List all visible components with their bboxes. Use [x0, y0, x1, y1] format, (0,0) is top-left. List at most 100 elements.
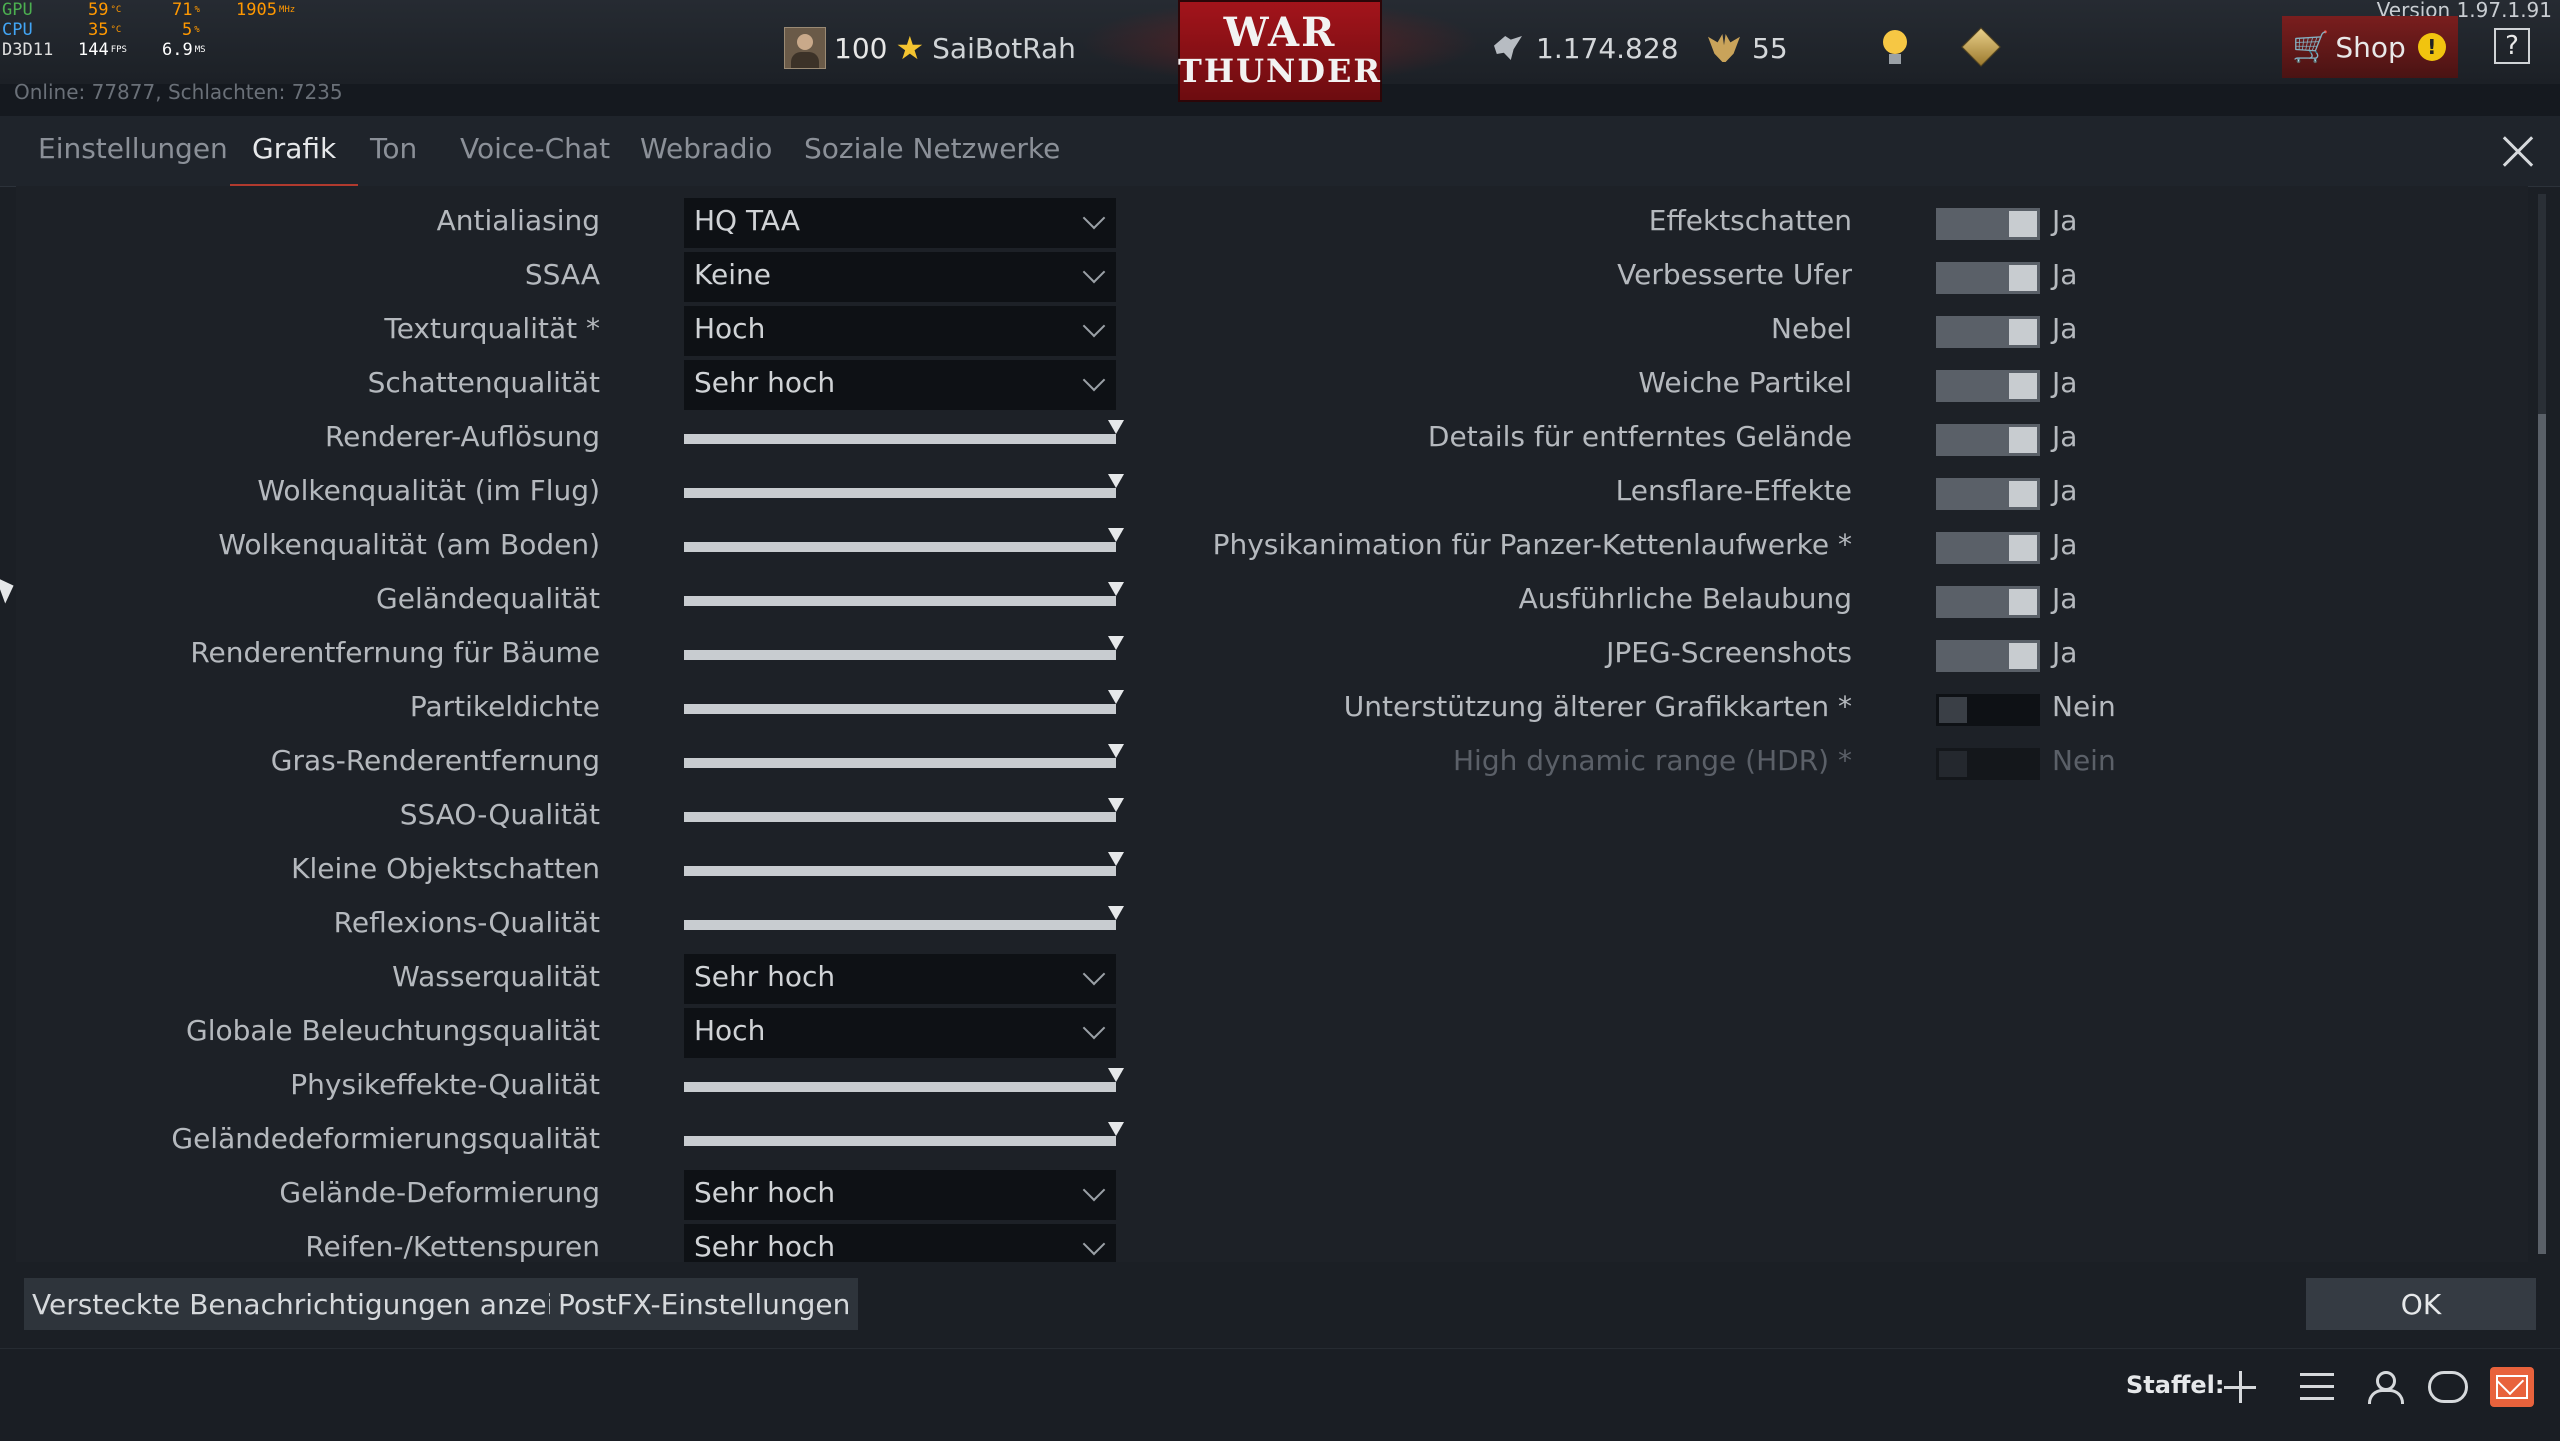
slider-handle[interactable] — [1108, 1068, 1124, 1082]
tab-ton[interactable]: Ton — [370, 132, 417, 186]
toggle-value: Ja — [2052, 366, 2078, 399]
list-line — [2300, 1385, 2334, 1388]
toggle-switch[interactable] — [1936, 316, 2040, 348]
setting-label: Physikeffekte-Qualität — [290, 1068, 600, 1101]
war-thunder-logo[interactable]: WAR THUNDER — [1178, 0, 1382, 102]
tab-grafik[interactable]: Grafik — [229, 132, 359, 187]
slider-handle[interactable] — [1108, 906, 1124, 920]
player-profile[interactable]: 100 ★ SaiBotRah — [784, 26, 1076, 70]
toggle-knob — [2009, 211, 2037, 237]
gpu-clock: 1905 MHz — [236, 0, 296, 20]
toggle-switch[interactable] — [1936, 370, 2040, 402]
toggle-setting-row: Ausführliche Belaubung Ja — [16, 576, 2516, 626]
list-icon[interactable] — [2300, 1373, 2334, 1401]
toggle-switch[interactable] — [1936, 262, 2040, 294]
tab-webradio[interactable]: Webradio — [640, 132, 772, 186]
setting-label: Geländedeformierungsqualität — [171, 1122, 600, 1155]
rank-star-icon: ★ — [895, 29, 925, 67]
setting-label: SSAO-Qualität — [399, 798, 600, 831]
bottom-status-bar: Staffel: — [0, 1348, 2560, 1441]
slider-handle[interactable] — [1108, 852, 1124, 866]
ok-button[interactable]: OK — [2306, 1278, 2536, 1330]
friends-icon[interactable] — [2364, 1369, 2404, 1405]
setting-row: Globale Beleuchtungsqualität Hoch — [16, 1008, 1216, 1058]
setting-slider[interactable] — [684, 1068, 1124, 1100]
setting-slider[interactable] — [684, 1122, 1124, 1154]
toggle-knob — [2009, 373, 2037, 399]
toggle-setting-row: Unterstützung älterer Grafikkarten * Nein — [16, 684, 2516, 734]
toggle-value: Ja — [2052, 636, 2078, 669]
toggle-switch[interactable] — [1936, 532, 2040, 564]
setting-slider[interactable] — [684, 798, 1124, 830]
setting-label: JPEG-Screenshots — [1606, 636, 1852, 669]
toggle-switch[interactable] — [1936, 478, 2040, 510]
toggle-value: Ja — [2052, 420, 2078, 453]
lightbulb-icon[interactable] — [1880, 30, 1910, 70]
frametime-value: 6.9 MS — [162, 40, 206, 60]
scrollbar-thumb[interactable] — [2538, 414, 2546, 1254]
postfx-settings-button[interactable]: PostFX-Einstellungen — [550, 1278, 859, 1330]
tab-soziale-netzwerke[interactable]: Soziale Netzwerke — [804, 132, 1060, 186]
settings-tabs: Einstellungen Grafik Ton Voice-Chat Webr… — [0, 116, 2560, 187]
toggle-switch[interactable] — [1936, 586, 2040, 618]
plus-icon[interactable] — [2224, 1371, 2256, 1403]
chevron-down-icon — [1082, 962, 1106, 986]
online-status: Online: 77877, Schlachten: 7235 — [14, 80, 343, 104]
settings-scrollbar[interactable] — [2538, 194, 2546, 1254]
golden-eagles-value: 55 — [1752, 31, 1788, 65]
toggle-knob — [2009, 319, 2037, 345]
setting-dropdown[interactable]: Sehr hoch — [684, 1170, 1116, 1220]
toggle-switch[interactable] — [1936, 640, 2040, 672]
chat-icon[interactable] — [2428, 1371, 2468, 1403]
toggle-value: Ja — [2052, 474, 2078, 507]
cart-icon: 🛒 — [2292, 29, 2330, 65]
avatar[interactable] — [784, 27, 826, 69]
chevron-down-icon — [1082, 1178, 1106, 1202]
d3d-label: D3D11 — [2, 40, 54, 60]
mail-icon[interactable] — [2490, 1367, 2534, 1407]
cpu-load: 5% — [182, 20, 200, 40]
setting-label: Verbesserte Ufer — [1617, 258, 1852, 291]
top-bar: GPU 59 °C 71% 1905 MHz CPU 35 °C 5% D3D11 1… — [0, 0, 2560, 102]
squadron-label: Staffel: — [2126, 1371, 2225, 1399]
setting-label: High dynamic range (HDR) * — [1453, 744, 1852, 777]
silver-lion-icon — [1490, 30, 1526, 66]
setting-dropdown[interactable]: Sehr hoch — [684, 954, 1116, 1004]
golden-eagle-icon — [1706, 30, 1742, 66]
show-hidden-notifications-button[interactable]: Versteckte Benachrichtigungen anzeigen — [24, 1278, 616, 1330]
avatar-part — [791, 52, 819, 68]
toggle-knob — [2009, 643, 2037, 669]
close-icon[interactable] — [2500, 134, 2536, 170]
setting-label: Kleine Objektschatten — [291, 852, 600, 885]
tab-einstellungen[interactable]: Einstellungen — [38, 132, 228, 186]
toggle-switch — [1936, 748, 2040, 780]
toggle-value: Ja — [2052, 528, 2078, 561]
toggle-knob — [2009, 481, 2037, 507]
premium-medal-icon[interactable] — [1962, 28, 2000, 66]
slider-fill — [684, 1082, 1116, 1092]
dropdown-value: Sehr hoch — [694, 960, 836, 993]
toggle-setting-row: Lensflare-Effekte Ja — [16, 468, 2516, 518]
setting-slider[interactable] — [684, 906, 1124, 938]
toggle-value: Ja — [2052, 258, 2078, 291]
toggle-setting-row: Physikanimation für Panzer-Kettenlaufwer… — [16, 522, 2516, 572]
setting-dropdown[interactable]: Sehr hoch — [684, 1224, 1116, 1262]
setting-row: Kleine Objektschatten — [16, 846, 1216, 896]
toggle-switch[interactable] — [1936, 424, 2040, 456]
tab-voice-chat[interactable]: Voice-Chat — [460, 132, 610, 186]
setting-dropdown[interactable]: Hoch — [684, 1008, 1116, 1058]
help-button[interactable]: ? — [2494, 28, 2530, 64]
golden-eagles-balance[interactable]: 55 — [1706, 26, 1788, 70]
toggle-switch[interactable] — [1936, 694, 2040, 726]
toggle-knob — [2009, 265, 2037, 291]
chevron-down-icon — [1082, 1232, 1106, 1256]
setting-slider[interactable] — [684, 852, 1124, 884]
slider-handle[interactable] — [1108, 798, 1124, 812]
slider-handle[interactable] — [1108, 1122, 1124, 1136]
toggle-setting-row: Nebel Ja — [16, 306, 2516, 356]
shop-button[interactable]: 🛒 Shop ! — [2282, 16, 2458, 78]
silver-lions-balance[interactable]: 1.174.828 — [1490, 26, 1679, 70]
toggle-switch[interactable] — [1936, 208, 2040, 240]
dropdown-value: Sehr hoch — [694, 1230, 836, 1262]
setting-label: Reifen-/Kettenspuren — [305, 1230, 600, 1262]
